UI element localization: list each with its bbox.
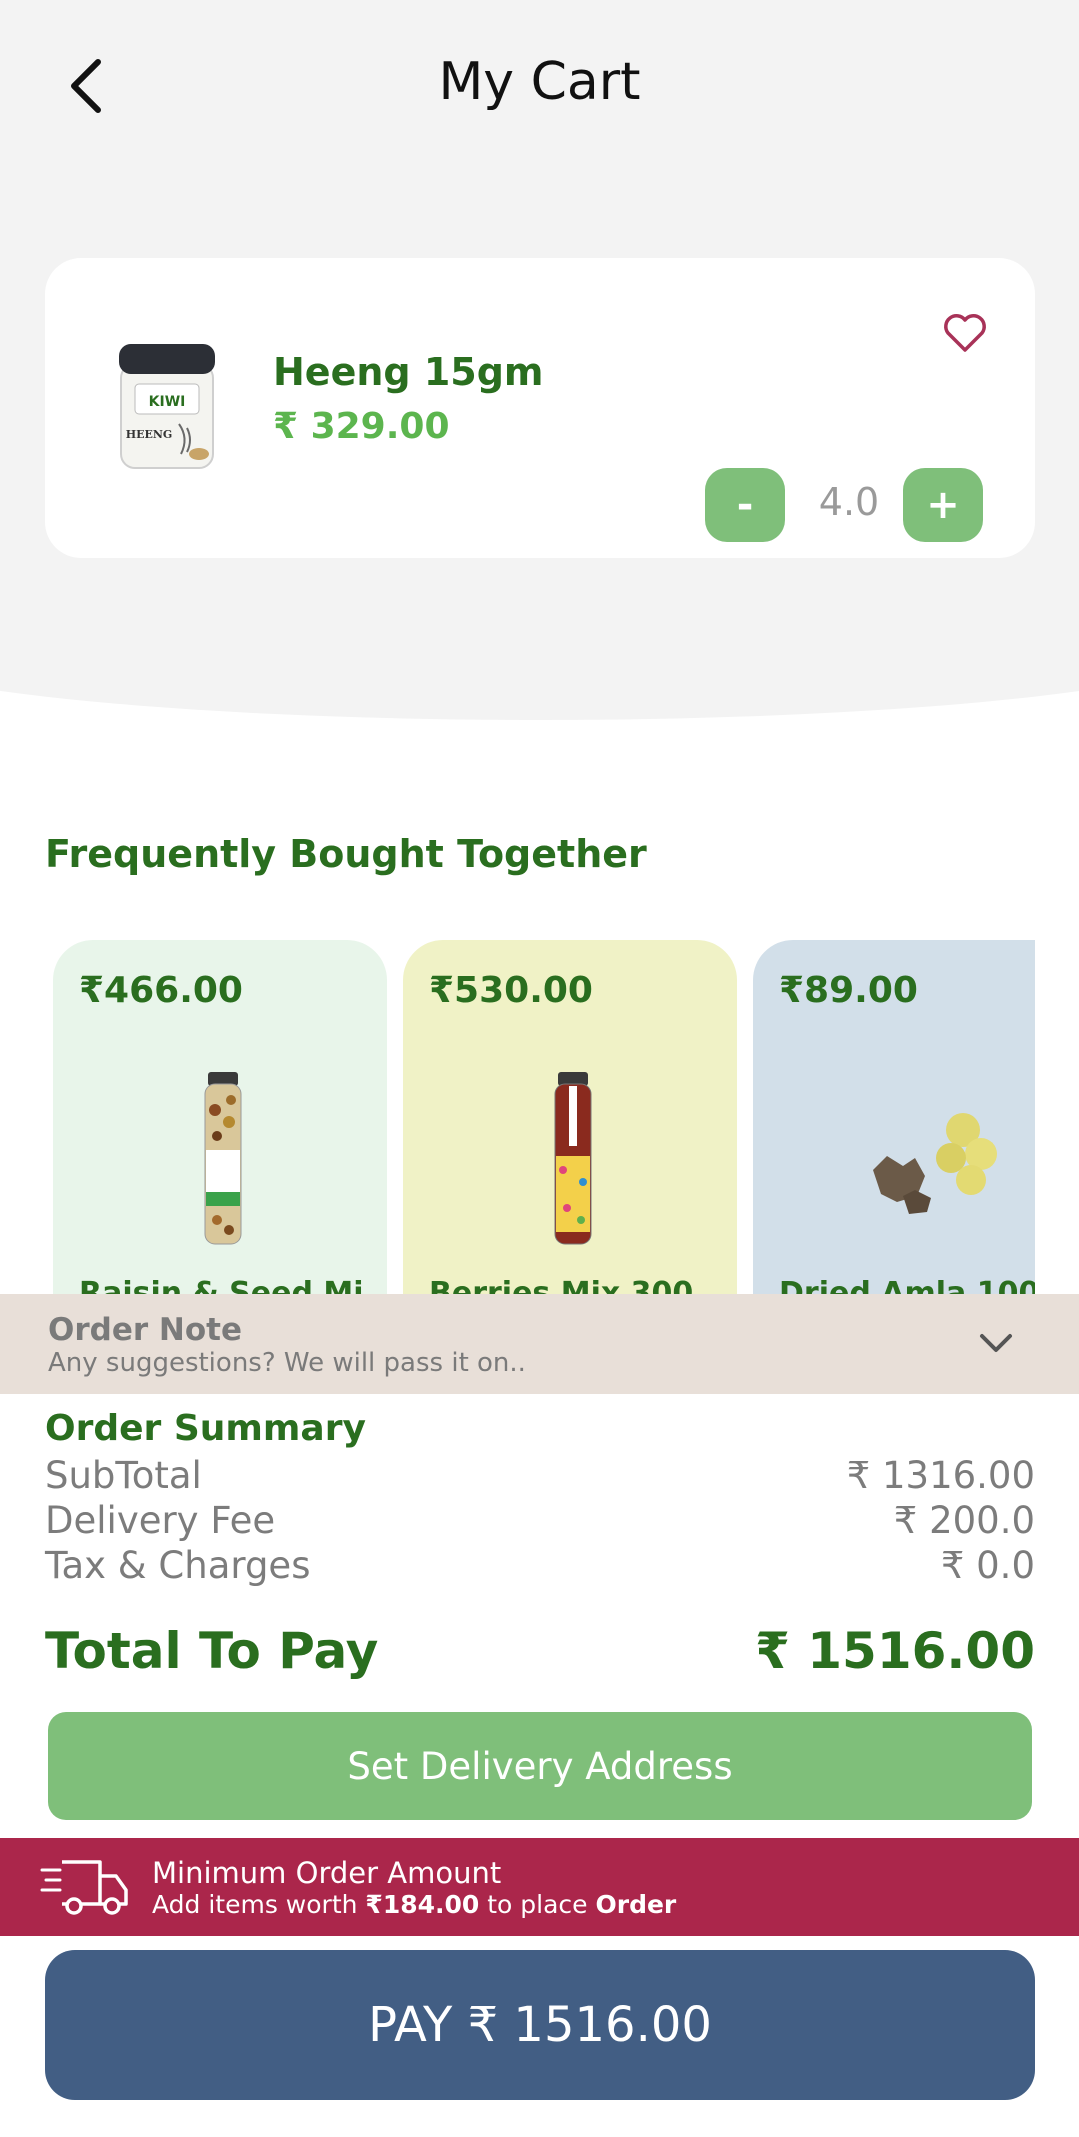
product-image: KIWI HEENG bbox=[119, 344, 215, 469]
min-order-end: Order bbox=[595, 1890, 677, 1919]
fbt-card-1[interactable]: ₹466.00 Raisin & Seed Mi... bbox=[53, 940, 387, 1294]
summary-row-delivery: Delivery Fee ₹ 200.0 bbox=[45, 1499, 1035, 1545]
heart-icon[interactable] bbox=[940, 308, 990, 358]
product-image-label: HEENG bbox=[126, 428, 173, 441]
summary-label: Delivery Fee bbox=[45, 1499, 276, 1542]
min-order-prefix: Add items worth bbox=[152, 1890, 366, 1919]
minimum-order-title: Minimum Order Amount bbox=[152, 1856, 502, 1890]
summary-row-tax: Tax & Charges ₹ 0.0 bbox=[45, 1544, 1035, 1590]
fbt-name: Dried Amla 100... bbox=[779, 1276, 1035, 1294]
fbt-product-image bbox=[554, 1072, 592, 1245]
order-note-subtitle: Any suggestions? We will pass it on.. bbox=[48, 1348, 526, 1378]
product-name: Heeng 15gm bbox=[273, 350, 544, 394]
min-order-mid: to place bbox=[479, 1890, 596, 1919]
order-note-title: Order Note bbox=[48, 1312, 243, 1348]
product-image-brand: KIWI bbox=[149, 394, 186, 410]
page-title: My Cart bbox=[438, 52, 641, 112]
decrease-quantity-button[interactable]: - bbox=[705, 468, 785, 542]
fbt-price: ₹530.00 bbox=[429, 970, 593, 1011]
fbt-card-3[interactable]: ₹89.00 Dried Amla 100... bbox=[753, 940, 1035, 1294]
summary-label: Tax & Charges bbox=[45, 1544, 311, 1587]
total-row: Total To Pay ₹ 1516.00 bbox=[45, 1622, 1035, 1680]
fbt-card-2[interactable]: ₹530.00 Berries Mix 300... bbox=[403, 940, 737, 1294]
frequently-bought-list: ₹466.00 Raisin & Seed Mi... ₹530.00 Berr… bbox=[45, 940, 1035, 1294]
min-order-amount: ₹184.00 bbox=[365, 1890, 480, 1919]
minimum-order-banner: Minimum Order Amount Add items worth ₹18… bbox=[0, 1838, 1079, 1936]
summary-value: ₹ 1316.00 bbox=[846, 1454, 1035, 1497]
fbt-name: Berries Mix 300... bbox=[429, 1276, 728, 1294]
fbt-price: ₹466.00 bbox=[79, 970, 243, 1011]
order-summary-title: Order Summary bbox=[45, 1408, 366, 1449]
fbt-name: Raisin & Seed Mi... bbox=[79, 1276, 387, 1294]
summary-value: ₹ 0.0 bbox=[940, 1544, 1035, 1587]
increase-quantity-button[interactable]: + bbox=[903, 468, 983, 542]
frequently-bought-title: Frequently Bought Together bbox=[45, 832, 647, 876]
fbt-price: ₹89.00 bbox=[779, 970, 918, 1011]
summary-label: SubTotal bbox=[45, 1454, 202, 1497]
order-note-section[interactable]: Order Note Any suggestions? We will pass… bbox=[0, 1294, 1079, 1394]
pay-button[interactable]: PAY ₹ 1516.00 bbox=[45, 1950, 1035, 2100]
fbt-product-image bbox=[204, 1072, 242, 1245]
quantity-value: 4.0 bbox=[818, 480, 880, 524]
set-delivery-address-button[interactable]: Set Delivery Address bbox=[48, 1712, 1032, 1820]
total-value: ₹ 1516.00 bbox=[755, 1622, 1035, 1680]
summary-row-subtotal: SubTotal ₹ 1316.00 bbox=[45, 1454, 1035, 1500]
total-label: Total To Pay bbox=[45, 1622, 379, 1680]
fbt-product-image bbox=[873, 1113, 997, 1214]
product-price: ₹ 329.00 bbox=[273, 406, 450, 447]
delivery-truck-icon bbox=[40, 1860, 128, 1915]
summary-value: ₹ 200.0 bbox=[893, 1499, 1035, 1542]
cart-item-card: KIWI HEENG Heeng 15gm ₹ 329.00 - 4.0 + bbox=[45, 258, 1035, 558]
chevron-down-icon[interactable] bbox=[976, 1326, 1016, 1362]
minimum-order-subtitle: Add items worth ₹184.00 to place Order bbox=[152, 1890, 676, 1919]
